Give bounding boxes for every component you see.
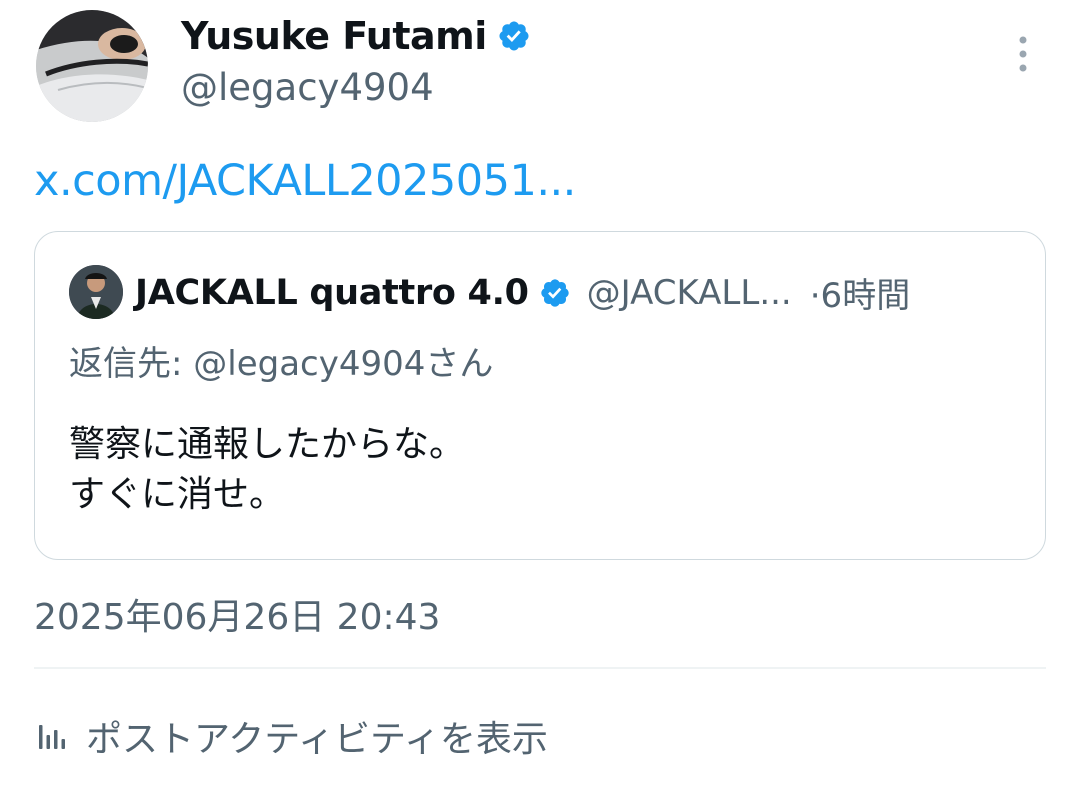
quoted-text-line: 警察に通報したからな。: [69, 424, 466, 465]
view-post-activity-button[interactable]: ポストアクティビティを表示: [34, 710, 548, 762]
verified-badge-icon: [540, 278, 569, 307]
author-handle[interactable]: @legacy4904: [181, 66, 434, 109]
quoted-timestamp[interactable]: ·6時間: [810, 268, 910, 317]
quoted-header: JACKALL quattro 4.0 @JACKALL... ·6時間: [135, 268, 910, 317]
quoted-tweet-card[interactable]: JACKALL quattro 4.0 @JACKALL... ·6時間 返信先…: [34, 231, 1046, 560]
quoted-text-line: すぐに消せ。: [69, 474, 286, 515]
tweet-link[interactable]: x.com/JACKALL2025051...: [34, 156, 576, 206]
divider: [34, 667, 1046, 669]
activity-label: ポストアクティビティを表示: [86, 719, 548, 760]
reply-to-label: 返信先: @legacy4904さん: [69, 344, 494, 384]
bar-chart-icon: [39, 725, 65, 749]
author-name[interactable]: Yusuke Futami: [181, 14, 487, 58]
verified-badge-icon: [499, 21, 529, 51]
quoted-tweet-text: 警察に通報したからな。 すぐに消せ。: [69, 420, 465, 520]
author-avatar[interactable]: [36, 10, 148, 122]
more-vertical-icon[interactable]: [1008, 34, 1038, 78]
author-header: Yusuke Futami: [181, 14, 531, 58]
quoted-author-avatar[interactable]: [69, 265, 123, 319]
quoted-author-name[interactable]: JACKALL quattro 4.0: [135, 273, 529, 313]
tweet-timestamp[interactable]: 2025年06月26日 20:43: [34, 588, 440, 640]
quoted-author-handle[interactable]: @JACKALL...: [587, 273, 792, 313]
